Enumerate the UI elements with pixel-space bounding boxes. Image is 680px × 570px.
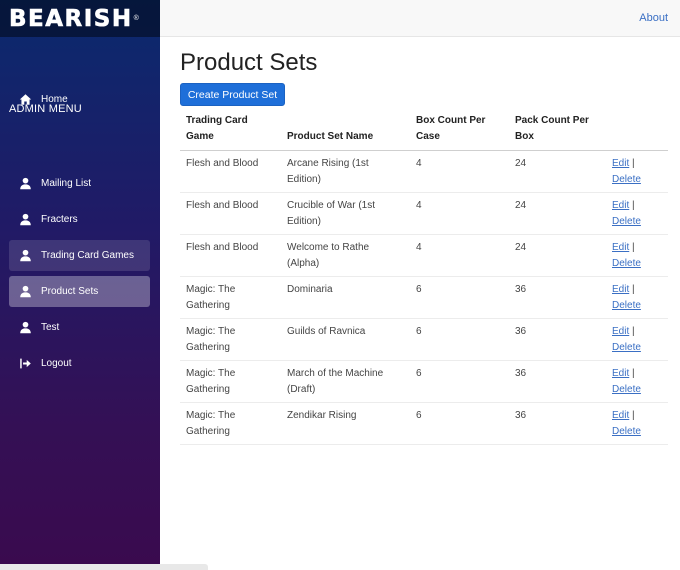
delete-link[interactable]: Delete (612, 384, 641, 395)
cell-game: Magic: The Gathering (180, 318, 281, 361)
cell-pack: 36 (509, 360, 606, 403)
action-separator: | (632, 410, 635, 421)
edit-link[interactable]: Edit (612, 410, 629, 421)
main-content: Product Sets Create Product Set Trading … (180, 48, 670, 445)
cell-game: Magic: The Gathering (180, 360, 281, 403)
about-link[interactable]: About (639, 12, 668, 24)
sidebar-item-trading-card-games[interactable]: Trading Card Games (9, 240, 150, 271)
edit-link[interactable]: Edit (612, 242, 629, 253)
cell-name: Dominaria (281, 276, 410, 319)
cell-box: 6 (410, 360, 509, 403)
cell-actions: Edit | Delete (606, 402, 668, 445)
top-bar: About (160, 0, 680, 37)
table-row: Magic: The Gathering Guilds of Ravnica 6… (180, 318, 668, 361)
cell-name: Arcane Rising (1st Edition) (281, 150, 410, 193)
sidebar-item-logout[interactable]: Logout (9, 348, 150, 379)
cell-name: Welcome to Rathe (Alpha) (281, 234, 410, 277)
sidebar-item-label: Mailing List (41, 178, 92, 189)
registered-mark: ® (133, 15, 139, 22)
cell-pack: 24 (509, 150, 606, 193)
user-icon (19, 285, 32, 298)
sidebar-item-label: Fracters (41, 214, 78, 225)
admin-menu-heading: ADMIN MENU (9, 103, 82, 115)
action-separator: | (632, 158, 635, 169)
sidebar-item-label: Product Sets (41, 286, 99, 297)
user-icon (19, 249, 32, 262)
cell-box: 6 (410, 276, 509, 319)
action-separator: | (632, 242, 635, 253)
delete-link[interactable]: Delete (612, 258, 641, 269)
sidebar-item-label: Trading Card Games (41, 250, 134, 261)
table-row: Magic: The Gathering Dominaria 6 36 Edit… (180, 276, 668, 319)
header-box-count: Box Count Per Case (410, 111, 509, 151)
cell-pack: 36 (509, 276, 606, 319)
cell-pack: 36 (509, 318, 606, 361)
cell-actions: Edit | Delete (606, 360, 668, 403)
cell-game: Flesh and Blood (180, 192, 281, 235)
cell-box: 4 (410, 150, 509, 193)
cell-game: Magic: The Gathering (180, 276, 281, 319)
user-icon (19, 213, 32, 226)
action-separator: | (632, 368, 635, 379)
header-trading-card-game: Trading Card Game (180, 111, 281, 151)
edit-link[interactable]: Edit (612, 284, 629, 295)
cell-game: Magic: The Gathering (180, 402, 281, 445)
cell-name: Crucible of War (1st Edition) (281, 192, 410, 235)
cell-game: Flesh and Blood (180, 150, 281, 193)
cell-pack: 36 (509, 402, 606, 445)
sidebar-item-test[interactable]: Test (9, 312, 150, 343)
cell-box: 4 (410, 192, 509, 235)
user-icon (19, 321, 32, 334)
create-product-set-button[interactable]: Create Product Set (180, 83, 285, 106)
cell-pack: 24 (509, 234, 606, 277)
edit-link[interactable]: Edit (612, 368, 629, 379)
action-separator: | (632, 326, 635, 337)
table-row: Flesh and Blood Crucible of War (1st Edi… (180, 192, 668, 235)
cell-name: Zendikar Rising (281, 402, 410, 445)
sidebar-item-fracters[interactable]: Fracters (9, 204, 150, 235)
delete-link[interactable]: Delete (612, 216, 641, 227)
cell-box: 6 (410, 318, 509, 361)
table-row: Flesh and Blood Welcome to Rathe (Alpha)… (180, 234, 668, 277)
brand-logo[interactable]: BEARISH ® (0, 0, 160, 37)
table-row: Flesh and Blood Arcane Rising (1st Editi… (180, 150, 668, 193)
cell-box: 6 (410, 402, 509, 445)
table-header-row: Trading Card Game Product Set Name Box C… (180, 111, 668, 151)
cell-actions: Edit | Delete (606, 150, 668, 193)
header-pack-count: Pack Count Per Box (509, 111, 606, 151)
cell-pack: 24 (509, 192, 606, 235)
delete-link[interactable]: Delete (612, 174, 641, 185)
brand-name: BEARISH (9, 5, 133, 32)
edit-link[interactable]: Edit (612, 200, 629, 211)
cell-actions: Edit | Delete (606, 234, 668, 277)
page-title: Product Sets (180, 49, 318, 76)
edit-link[interactable]: Edit (612, 158, 629, 169)
cell-box: 4 (410, 234, 509, 277)
edit-link[interactable]: Edit (612, 326, 629, 337)
delete-link[interactable]: Delete (612, 300, 641, 311)
sidebar: BEARISH ® Home ADMIN MENU Mailing List Fr… (0, 0, 160, 570)
delete-link[interactable]: Delete (612, 426, 641, 437)
logout-icon (19, 357, 32, 370)
sidebar-item-mailing-list[interactable]: Mailing List (9, 168, 150, 199)
browser-status-bar (0, 564, 208, 570)
header-product-set-name: Product Set Name (281, 111, 410, 151)
action-separator: | (632, 284, 635, 295)
delete-link[interactable]: Delete (612, 342, 641, 353)
sidebar-item-label: Test (41, 322, 60, 333)
action-separator: | (632, 200, 635, 211)
table-row: Magic: The Gathering March of the Machin… (180, 360, 668, 403)
cell-game: Flesh and Blood (180, 234, 281, 277)
product-sets-table: Trading Card Game Product Set Name Box C… (180, 111, 668, 445)
cell-actions: Edit | Delete (606, 318, 668, 361)
sidebar-item-label: Logout (41, 358, 72, 369)
user-icon (19, 177, 32, 190)
cell-name: March of the Machine (Draft) (281, 360, 410, 403)
header-actions (606, 111, 668, 151)
cell-actions: Edit | Delete (606, 276, 668, 319)
table-row: Magic: The Gathering Zendikar Rising 6 3… (180, 402, 668, 445)
cell-name: Guilds of Ravnica (281, 318, 410, 361)
sidebar-item-product-sets[interactable]: Product Sets (9, 276, 150, 307)
cell-actions: Edit | Delete (606, 192, 668, 235)
